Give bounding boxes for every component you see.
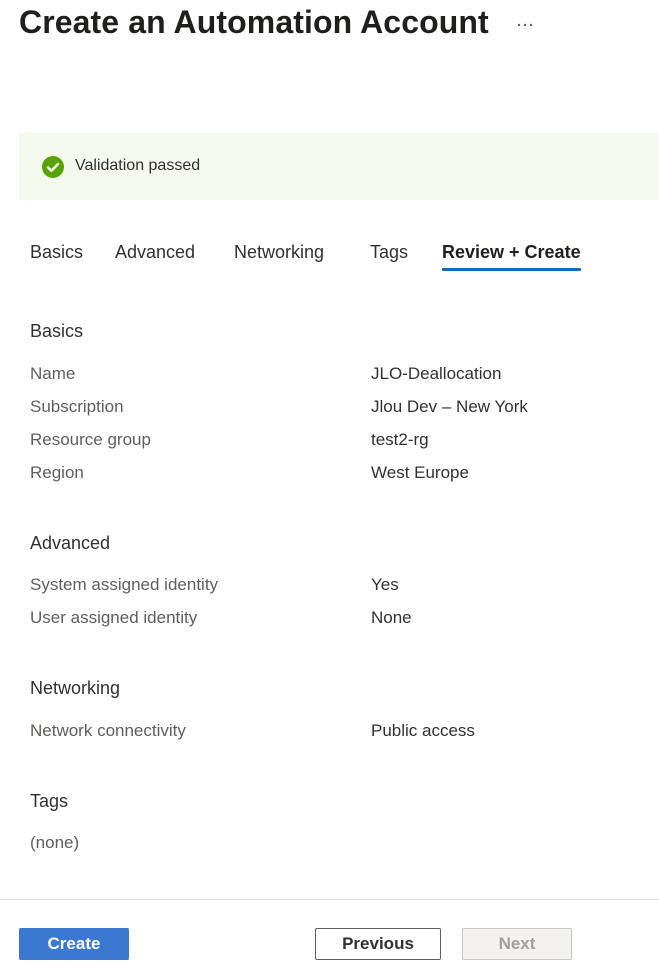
- ellipsis-icon: [517, 14, 533, 32]
- tab-review-create[interactable]: Review + Create: [442, 242, 581, 271]
- tab-basics[interactable]: Basics: [30, 242, 83, 271]
- section-title-advanced: Advanced: [30, 533, 111, 553]
- tab-networking[interactable]: Networking: [234, 242, 324, 271]
- page-title: Create an Automation Account: [19, 4, 489, 40]
- tab-tags[interactable]: Tags: [370, 242, 408, 271]
- previous-button[interactable]: Previous: [315, 928, 441, 960]
- tab-label: Review + Create: [442, 242, 581, 262]
- validation-banner: Validation passed: [19, 133, 659, 200]
- tab-label: Tags: [370, 242, 409, 262]
- section-title-networking: Networking: [30, 678, 121, 698]
- section-title-tags: Tags: [30, 791, 69, 811]
- tab-advanced[interactable]: Advanced: [115, 242, 195, 271]
- row-value-system-assigned-identity: Yes: [371, 575, 399, 594]
- row-value-user-assigned-identity: None: [371, 608, 412, 627]
- tab-label: Networking: [234, 242, 325, 262]
- row-label-region: Region: [30, 463, 84, 482]
- validation-status-text: Validation passed: [75, 157, 201, 174]
- next-button[interactable]: Next: [462, 928, 572, 960]
- active-tab-indicator: [442, 268, 581, 271]
- footer-divider: [0, 899, 659, 900]
- row-label-network-connectivity: Network connectivity: [30, 721, 186, 740]
- more-options-button[interactable]: [512, 10, 538, 36]
- check-circle-icon: [42, 156, 64, 178]
- row-label-subscription: Subscription: [30, 397, 124, 416]
- row-label-system-assigned-identity: System assigned identity: [30, 575, 219, 594]
- create-button[interactable]: Create: [19, 928, 129, 960]
- tab-label: Basics: [30, 242, 84, 262]
- row-value-region: West Europe: [371, 463, 469, 482]
- section-title-basics: Basics: [30, 321, 84, 341]
- row-label-user-assigned-identity: User assigned identity: [30, 608, 198, 627]
- row-value-subscription: Jlou Dev – New York: [371, 397, 528, 416]
- tags-empty-text: (none): [30, 833, 80, 852]
- row-value-resource-group: test2-rg: [371, 430, 429, 449]
- row-value-network-connectivity: Public access: [371, 721, 475, 740]
- row-value-name: JLO-Deallocation: [371, 364, 502, 383]
- tab-label: Advanced: [115, 242, 196, 262]
- row-label-resource-group: Resource group: [30, 430, 151, 449]
- row-label-name: Name: [30, 364, 76, 383]
